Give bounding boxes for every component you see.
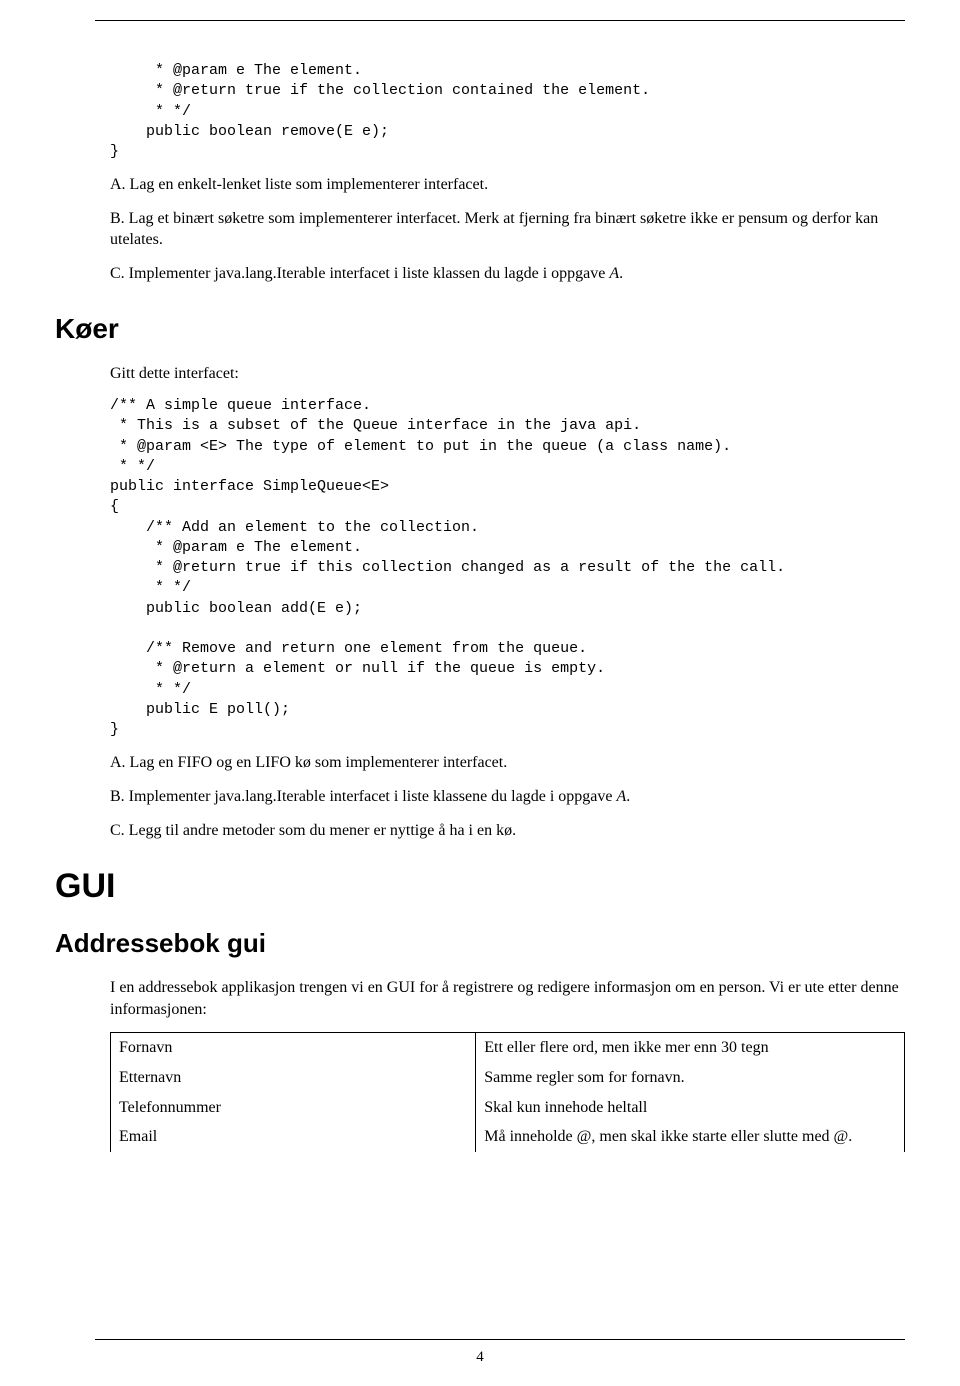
koer-intro: Gitt dette interfacet: — [110, 363, 905, 385]
table-row: Fornavn Ett eller flere ord, men ikke me… — [111, 1033, 905, 1063]
code-line: public boolean remove(E e); — [110, 123, 389, 140]
code-line: * */ — [110, 681, 191, 698]
task2-b: B. Implementer java.lang.Iterable interf… — [110, 786, 905, 808]
code-line: * */ — [110, 458, 155, 475]
task-c: C. Implementer java.lang.Iterable interf… — [110, 263, 905, 285]
code-block-1: * @param e The element. * @return true i… — [110, 61, 905, 162]
page-number: 4 — [0, 1349, 960, 1366]
table-row: Email Må inneholde @, men skal ikke star… — [111, 1122, 905, 1152]
table-cell-field: Etternavn — [111, 1063, 476, 1093]
code-line: * This is a subset of the Queue interfac… — [110, 417, 641, 434]
code-line: * */ — [110, 579, 191, 596]
task-c-ref: A — [609, 265, 619, 282]
task2-b-ref: A — [616, 788, 626, 805]
task2-b-suffix: . — [626, 788, 630, 805]
table-cell-field: Telefonnummer — [111, 1093, 476, 1123]
subsection-heading-addressebok: Addressebok gui — [55, 928, 905, 959]
table-row: Etternavn Samme regler som for fornavn. — [111, 1063, 905, 1093]
task2-b-prefix: B. Implementer java.lang.Iterable interf… — [110, 788, 616, 805]
code-line: * */ — [110, 103, 191, 120]
table-cell-field: Fornavn — [111, 1033, 476, 1063]
table-cell-desc: Samme regler som for fornavn. — [476, 1063, 905, 1093]
code-line: * @return a element or null if the queue… — [110, 660, 605, 677]
info-table: Fornavn Ett eller flere ord, men ikke me… — [110, 1032, 905, 1151]
code-line: public interface SimpleQueue<E> — [110, 478, 389, 495]
task2-c: C. Legg til andre metoder som du mener e… — [110, 820, 905, 842]
code-line: public boolean add(E e); — [110, 600, 362, 617]
task-b: B. Lag et binært søketre som implementer… — [110, 208, 905, 251]
task2-a: A. Lag en FIFO og en LIFO kø som impleme… — [110, 752, 905, 774]
task-a: A. Lag en enkelt-lenket liste som implem… — [110, 174, 905, 196]
code-line: * @return true if this collection change… — [110, 559, 785, 576]
table-row: Telefonnummer Skal kun innehode heltall — [111, 1093, 905, 1123]
task-c-prefix: C. Implementer java.lang.Iterable interf… — [110, 265, 609, 282]
bottom-horizontal-rule — [95, 1339, 905, 1340]
code-line: /** Add an element to the collection. — [110, 519, 479, 536]
task-c-suffix: . — [619, 265, 623, 282]
code-line: { — [110, 498, 119, 515]
table-cell-field: Email — [111, 1122, 476, 1152]
code-line: public E poll(); — [110, 701, 290, 718]
code-line: * @return true if the collection contain… — [110, 82, 650, 99]
code-block-2: /** A simple queue interface. * This is … — [110, 396, 905, 740]
code-line: * @param <E> The type of element to put … — [110, 438, 731, 455]
code-line: * @param e The element. — [110, 539, 362, 556]
code-line: } — [110, 721, 119, 738]
section-heading-koer: Køer — [55, 313, 905, 345]
table-cell-desc: Ett eller flere ord, men ikke mer enn 30… — [476, 1033, 905, 1063]
code-line: } — [110, 143, 119, 160]
gui-intro: I en addressebok applikasjon trengen vi … — [110, 977, 905, 1020]
table-cell-desc: Må inneholde @, men skal ikke starte ell… — [476, 1122, 905, 1152]
code-line: * @param e The element. — [110, 62, 362, 79]
table-cell-desc: Skal kun innehode heltall — [476, 1093, 905, 1123]
top-horizontal-rule — [95, 20, 905, 21]
code-line: /** A simple queue interface. — [110, 397, 371, 414]
section-heading-gui: GUI — [55, 867, 905, 906]
code-line: /** Remove and return one element from t… — [110, 640, 587, 657]
